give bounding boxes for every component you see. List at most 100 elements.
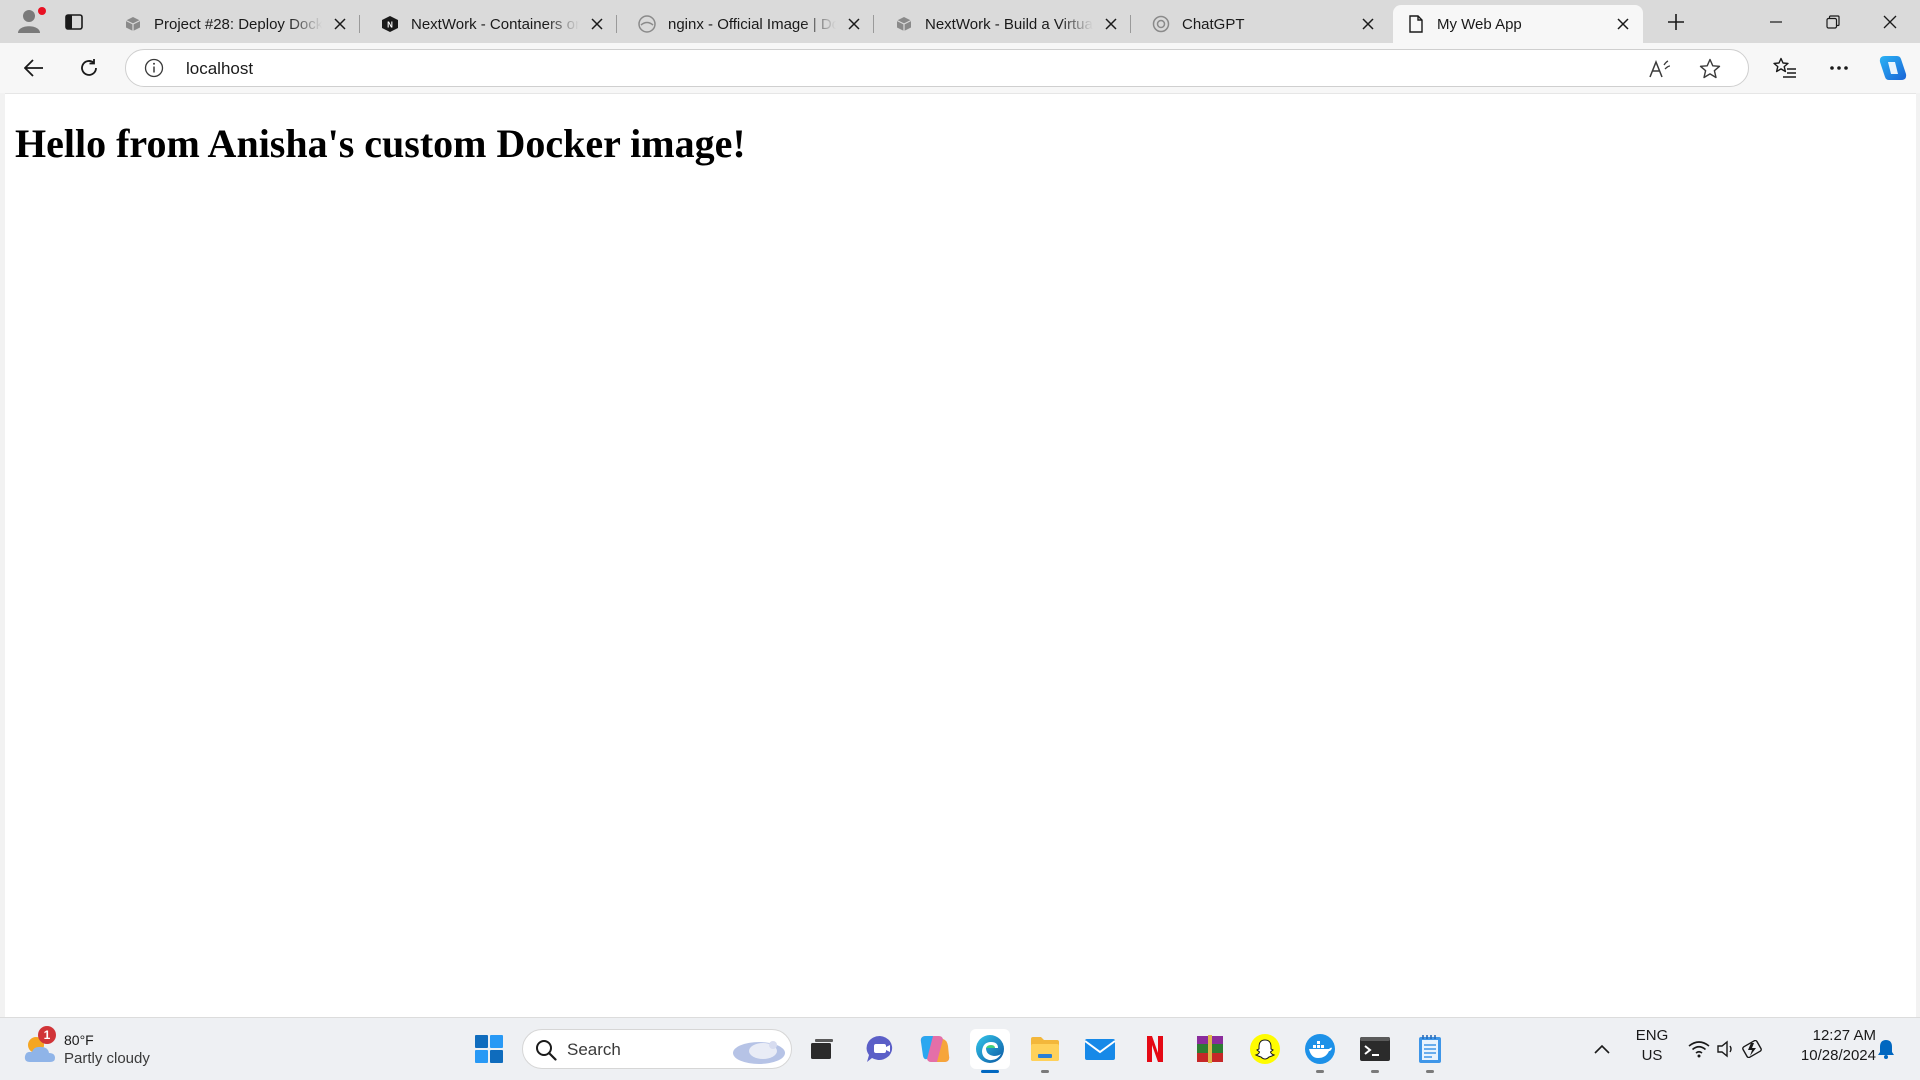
tab-title: My Web App: [1437, 15, 1522, 33]
weather-temperature: 80°F: [64, 1032, 94, 1048]
refresh-icon: [81, 59, 97, 76]
tab-nextwork-containers[interactable]: N NextWork - Containers on E: [367, 5, 617, 43]
tab-close-button[interactable]: [1356, 12, 1380, 36]
profile-notification-dot: [38, 7, 46, 15]
copilot-taskbar-button[interactable]: [915, 1029, 955, 1069]
edge-taskbar-button[interactable]: [970, 1029, 1010, 1073]
notepad-icon: [1419, 1035, 1441, 1063]
search-icon: [536, 1040, 557, 1061]
tab-close-button[interactable]: [842, 12, 866, 36]
close-icon: [1105, 18, 1117, 30]
tab-nginx-official-image[interactable]: nginx - Official Image | Doc: [624, 5, 874, 43]
winrar-icon: [1197, 1035, 1223, 1063]
clock-date: 10/28/2024: [1800, 1047, 1876, 1064]
favorites-icon: [1773, 57, 1796, 78]
favorites-button[interactable]: [1768, 52, 1802, 84]
docker-globe-icon: [638, 15, 656, 33]
close-icon: [848, 18, 860, 30]
profile-button[interactable]: [14, 5, 46, 37]
teams-chat-button[interactable]: [860, 1029, 900, 1069]
svg-text:N: N: [387, 21, 393, 30]
profile-icon: [18, 10, 40, 33]
clock[interactable]: 12:27 AM 10/28/2024: [1780, 1026, 1876, 1066]
aws-cube-icon: [895, 15, 913, 33]
terminal-icon: [1360, 1037, 1390, 1061]
mail-button[interactable]: [1080, 1029, 1120, 1069]
docker-desktop-icon: [1305, 1034, 1335, 1064]
edge-icon: [976, 1035, 1004, 1063]
tab-nextwork-build-virtual[interactable]: NextWork - Build a Virtual P: [881, 5, 1131, 43]
close-window-button[interactable]: [1862, 0, 1918, 43]
copilot-icon: [1879, 56, 1907, 80]
tab-title: NextWork - Build a Virtual P: [925, 15, 1093, 33]
task-view-button[interactable]: [802, 1029, 842, 1069]
info-icon[interactable]: [144, 58, 164, 78]
minimize-button[interactable]: [1748, 0, 1804, 43]
close-icon: [591, 18, 603, 30]
terminal-button[interactable]: [1355, 1029, 1395, 1073]
page-viewport: Hello from Anisha's custom Docker image!: [5, 93, 1916, 1018]
plus-icon: [1668, 14, 1684, 30]
url-text[interactable]: localhost: [186, 59, 253, 79]
search-highlight-image: [733, 1041, 785, 1064]
notifications-button[interactable]: [1872, 1029, 1900, 1069]
close-icon: [1362, 18, 1374, 30]
input-language-indicator[interactable]: ENG US: [1630, 1026, 1674, 1066]
mail-icon: [1084, 1039, 1116, 1060]
tab-project-deploy-docker[interactable]: Project #28: Deploy Docker: [110, 5, 360, 43]
clock-time: 12:27 AM: [1812, 1027, 1876, 1044]
tab-close-button[interactable]: [585, 12, 609, 36]
windows-taskbar: 1 80°F Partly cloudy Search ENG US 12:27…: [0, 1017, 1920, 1080]
arrow-left-icon: [24, 59, 43, 77]
weather-widget[interactable]: 1 80°F Partly cloudy: [22, 1026, 172, 1070]
close-icon: [1617, 18, 1629, 30]
tab-close-button[interactable]: [1611, 12, 1635, 36]
refresh-button[interactable]: [72, 52, 106, 84]
copilot-button[interactable]: [1876, 52, 1910, 84]
copilot-icon: [920, 1036, 950, 1062]
show-hidden-icons-button[interactable]: [1586, 1029, 1618, 1069]
more-icon: [1830, 66, 1848, 70]
teams-chat-icon: [866, 1035, 893, 1062]
language-code: ENG: [1635, 1027, 1669, 1044]
read-aloud-button[interactable]: [1646, 55, 1674, 83]
notepad-button[interactable]: [1410, 1029, 1450, 1073]
back-button[interactable]: [17, 52, 51, 84]
tab-title: Project #28: Deploy Docker: [154, 15, 322, 33]
page-icon: [1407, 15, 1425, 33]
settings-and-more-button[interactable]: [1822, 52, 1856, 84]
taskbar-search-box[interactable]: Search: [522, 1029, 792, 1069]
search-placeholder: Search: [567, 1040, 621, 1059]
tab-close-button[interactable]: [1099, 12, 1123, 36]
restore-button[interactable]: [1805, 0, 1861, 43]
snapchat-icon: [1250, 1034, 1280, 1064]
tab-actions-button[interactable]: [60, 8, 88, 36]
favorite-button[interactable]: [1696, 55, 1724, 83]
browser-toolbar: localhost: [0, 43, 1920, 93]
snapchat-button[interactable]: [1245, 1029, 1285, 1069]
docker-desktop-button[interactable]: [1300, 1029, 1340, 1073]
new-tab-button[interactable]: [1660, 8, 1692, 36]
tab-chatgpt[interactable]: ChatGPT: [1138, 5, 1388, 43]
page-heading: Hello from Anisha's custom Docker image!: [15, 121, 746, 166]
tab-close-button[interactable]: [328, 12, 352, 36]
window-frame-right: [1916, 93, 1920, 1017]
chatgpt-icon: [1152, 15, 1170, 33]
tab-my-web-app[interactable]: My Web App: [1393, 5, 1643, 43]
windows-start-icon: [475, 1035, 503, 1063]
minimize-icon: [1770, 20, 1782, 23]
tab-title: nginx - Official Image | Doc: [668, 15, 836, 33]
netflix-button[interactable]: [1135, 1029, 1175, 1069]
address-bar[interactable]: localhost: [125, 49, 1749, 87]
file-explorer-icon: [1031, 1037, 1059, 1061]
wifi-icon: [1688, 1041, 1710, 1058]
star-icon: [1699, 58, 1721, 79]
battery-charging-icon: [1742, 1040, 1762, 1058]
restore-icon: [1826, 14, 1840, 29]
start-button[interactable]: [469, 1029, 509, 1069]
winrar-button[interactable]: [1190, 1029, 1230, 1069]
weather-badge: 1: [38, 1026, 56, 1044]
file-explorer-button[interactable]: [1025, 1029, 1065, 1073]
netflix-icon: [1147, 1036, 1163, 1062]
quick-settings-button[interactable]: [1684, 1029, 1768, 1069]
